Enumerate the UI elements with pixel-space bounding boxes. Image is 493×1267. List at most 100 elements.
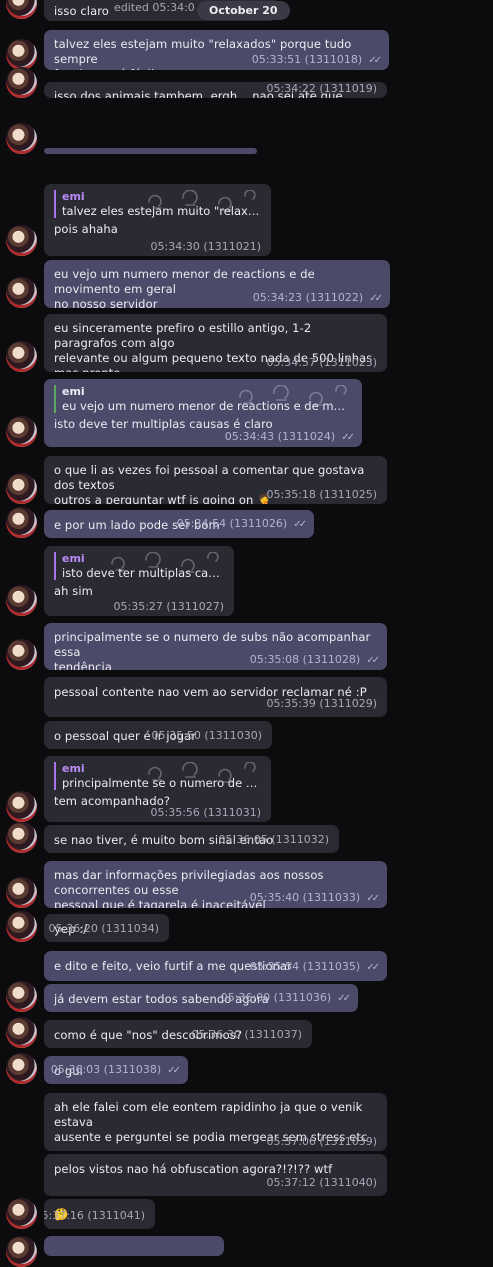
message-bubble[interactable]: emitalvez eles estejam muito "relaxados"… <box>44 184 271 256</box>
message-bubble[interactable]: 🤔 05:37:16 (1311041) <box>44 1199 155 1229</box>
message-meta: 05:35:50 (1311030) <box>152 728 262 743</box>
double-check-icon: ✓✓ <box>341 432 355 443</box>
message-bubble[interactable]: principalmente se o numero de subs não a… <box>44 623 387 670</box>
message-timestamp: 05:36:30 (1311037) <box>191 1028 302 1041</box>
message-bubble[interactable]: ah ele falei com ele eontem rapidinho ja… <box>44 1093 387 1151</box>
avatar[interactable] <box>6 1236 37 1267</box>
message-meta: 05:35:27 (1311027) <box>114 599 224 614</box>
message-meta: 05:34:22 (1311019) <box>267 82 377 96</box>
message-bubble[interactable]: pessoal contente nao vem ao servidor rec… <box>44 677 387 717</box>
message-bubble[interactable]: yeah exatamente05:33:58 (1311020)✓✓ <box>44 148 257 154</box>
message-bubble[interactable]: e dito e feito, veio furtif a me questio… <box>44 951 387 981</box>
message-bubble[interactable]: eu vejo um numero menor de reactions e d… <box>44 260 390 308</box>
avatar[interactable] <box>6 639 37 670</box>
reply-quote[interactable]: emiisto deve ter multiplas causas é clar… <box>54 552 224 580</box>
reply-snippet: talvez eles estejam muito "relaxados" po… <box>62 204 261 218</box>
message-bubble[interactable]: já devem estar todos sabendo agora 05:36:… <box>44 984 358 1012</box>
avatar[interactable] <box>6 585 37 616</box>
double-check-icon: ✓✓ <box>366 962 380 973</box>
reply-quote[interactable]: emiprincipalmente se o numero de subs nã… <box>54 762 261 790</box>
avatar[interactable] <box>6 1053 37 1084</box>
message-meta: 05:34:57 (1311023) <box>267 355 377 370</box>
message-timestamp: 05:34:54 (1311026) <box>176 517 288 530</box>
message-timestamp: 05:33:51 (1311018) <box>251 53 363 66</box>
message-meta: 05:36:30 (1311037) <box>192 1027 302 1042</box>
avatar[interactable] <box>6 416 37 447</box>
avatar[interactable] <box>6 39 37 70</box>
message-timestamp: 05:35:39 (1311029) <box>266 697 377 710</box>
avatar[interactable] <box>6 341 37 372</box>
message-meta: 05:35:08 (1311028) ✓✓ <box>250 652 380 668</box>
message-bubble[interactable]: e por um lado pode ser bom 05:34:54 (1311… <box>44 510 314 538</box>
message-meta: 05:34:30 (1311021) <box>151 239 261 254</box>
message-bubble[interactable]: o pessoal quer é ir jogar 05:35:50 (13110… <box>44 721 272 749</box>
message-meta: 05:36:00 (1311036) ✓✓ <box>220 990 351 1006</box>
message-meta: 05:37:16 (1311041) <box>44 1208 145 1223</box>
message-bubble[interactable]: o gui 05:36:03 (1311038) ✓✓ <box>44 1056 188 1084</box>
message-timestamp: 05:35:54 (1311035) <box>249 960 361 973</box>
avatar[interactable] <box>6 877 37 908</box>
message-bubble[interactable] <box>44 1236 224 1256</box>
message-timestamp: 05:35:27 (1311027) <box>113 600 224 613</box>
message-timestamp: 05:36:20 (1311034) <box>48 922 159 935</box>
avatar[interactable] <box>6 822 37 853</box>
message-text: pois ahaha <box>54 222 118 236</box>
message-timestamp: 05:35:40 (1311033) <box>249 891 361 904</box>
message-timestamp: 05:35:56 (1311031) <box>150 806 261 819</box>
message-bubble[interactable]: isso dos animais tambem, ergh... nao sei… <box>44 82 387 98</box>
message-meta: 05:34:54 (1311026) ✓✓ <box>176 516 307 532</box>
message-bubble[interactable]: mas dar informações privilegiadas aos no… <box>44 861 387 908</box>
message-timestamp: 05:36:00 (1311036) <box>220 991 332 1004</box>
double-check-icon: ✓✓ <box>369 293 383 304</box>
message-meta: 05:35:40 (1311033) ✓✓ <box>249 890 380 906</box>
message-bubble[interactable]: emi eu vejo um numero menor de reactions … <box>44 379 362 447</box>
avatar[interactable] <box>6 277 37 308</box>
edited-label: edited 05:34:0 <box>114 1 195 14</box>
reply-author: emi <box>62 385 85 398</box>
avatar[interactable] <box>6 225 37 256</box>
chat-history[interactable]: isso claro edited 05:34:0 October 20 tal… <box>0 0 493 1267</box>
message-meta: 05:33:51 (1311018) ✓✓ <box>251 52 382 68</box>
message-bubble[interactable]: pelos vistos nao há obfuscation agora?!?… <box>44 1154 387 1196</box>
avatar[interactable] <box>6 0 37 19</box>
avatar[interactable] <box>6 981 37 1012</box>
message-meta: 05:36:05 (1311032) <box>219 832 329 847</box>
message-bubble[interactable]: emiprincipalmente se o numero de subs nã… <box>44 756 271 822</box>
message-timestamp: 05:36:05 (1311032) <box>218 833 329 846</box>
message-timestamp: 05:34:57 (1311023) <box>266 356 377 369</box>
message-bubble[interactable]: se nao tiver, é muito bom sinal entao 05:… <box>44 825 339 853</box>
message-timestamp: 05:34:23 (1311022) <box>252 291 364 304</box>
message-bubble[interactable]: yep :/05:36:20 (1311034) <box>44 914 169 942</box>
message-meta: 05:36:20 (1311034) <box>49 921 159 936</box>
message-bubble[interactable]: emiisto deve ter multiplas causas é clar… <box>44 546 234 616</box>
date-badge: October 20 <box>197 1 290 20</box>
reply-author: emi <box>62 190 85 203</box>
avatar[interactable] <box>6 123 37 154</box>
message-bubble[interactable]: talvez eles estejam muito "relaxados" po… <box>44 30 389 70</box>
reply-snippet: eu vejo um numero menor de reactions e d… <box>62 399 352 413</box>
message-bubble[interactable]: como é que "nos" descobrimos? 05:36:30 (1… <box>44 1020 312 1048</box>
message-timestamp: 05:34:43 (1311024) <box>224 430 336 443</box>
message-bubble[interactable]: o que li as vezes foi pessoal a comentar… <box>44 456 387 504</box>
message-timestamp: 05:34:30 (1311021) <box>150 240 261 253</box>
double-check-icon: ✓✓ <box>366 893 380 904</box>
message-text: ah sim <box>54 584 93 598</box>
avatar[interactable] <box>6 911 37 942</box>
avatar[interactable] <box>6 67 37 98</box>
message-timestamp: 05:36:03 (1311038) <box>50 1063 162 1076</box>
avatar[interactable] <box>6 791 37 822</box>
message-timestamp: 05:37:12 (1311040) <box>266 1176 377 1189</box>
message-meta: 05:35:39 (1311029) <box>267 696 377 711</box>
message-timestamp: 05:34:22 (1311019) <box>266 82 377 95</box>
message-bubble[interactable]: eu sinceramente prefiro o estillo antigo… <box>44 314 387 372</box>
reply-quote[interactable]: emitalvez eles estejam muito "relaxados"… <box>54 190 261 218</box>
message-timestamp: 05:37:16 (1311041) <box>44 1209 145 1222</box>
avatar[interactable] <box>6 507 37 538</box>
avatar[interactable] <box>6 1198 37 1229</box>
avatar[interactable] <box>6 1017 37 1048</box>
avatar[interactable] <box>6 473 37 504</box>
reply-snippet: isto deve ter multiplas causas é claro <box>62 566 224 580</box>
reply-quote[interactable]: emi eu vejo um numero menor de reactions … <box>54 385 352 413</box>
message-timestamp: 05:35:50 (1311030) <box>151 729 262 742</box>
message-meta: 05:34:43 (1311024) ✓✓ <box>224 429 355 445</box>
